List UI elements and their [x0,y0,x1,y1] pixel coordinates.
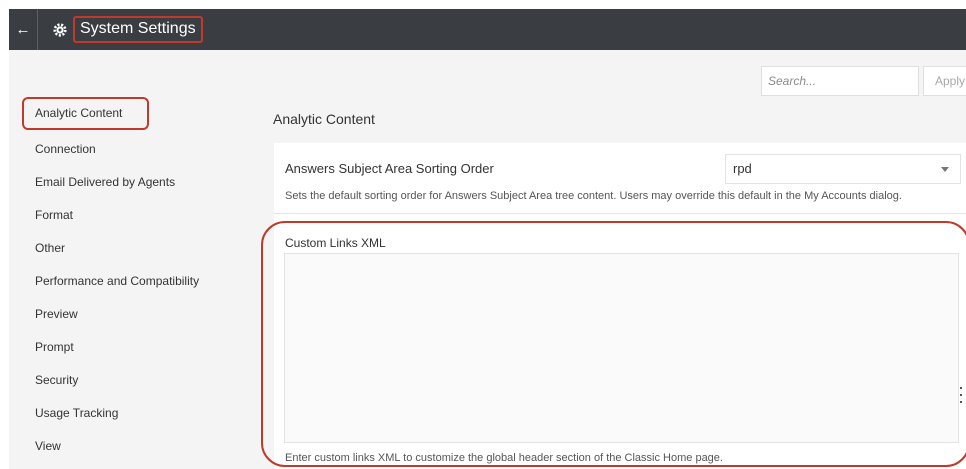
sidebar-item-usage-tracking[interactable]: Usage Tracking [35,406,118,420]
search-input[interactable] [761,66,919,96]
sidebar-item-other[interactable]: Other [35,241,65,255]
header-divider [37,9,38,50]
sidebar-item-preview[interactable]: Preview [35,307,78,321]
apply-button[interactable]: Apply [923,66,966,96]
sidebar-item-analytic-content[interactable]: Analytic Content [22,97,149,130]
chevron-down-icon [941,167,949,172]
sidebar-item-security[interactable]: Security [35,373,78,387]
sidebar-item-connection[interactable]: Connection [35,142,96,156]
panel-divider [274,213,966,214]
sidebar-item-performance-and-compatibility[interactable]: Performance and Compatibility [35,274,199,288]
sorting-order-description: Sets the default sorting order for Answe… [285,190,902,202]
sidebar-item-view[interactable]: View [35,439,61,453]
sidebar-item-format[interactable]: Format [35,208,73,222]
scroll-indicator[interactable] [960,387,962,403]
sorting-order-label: Answers Subject Area Sorting Order [285,161,494,176]
gear-icon [53,22,67,37]
custom-links-description: Enter custom links XML to customize the … [285,452,723,464]
custom-links-label: Custom Links XML [285,236,386,250]
page-title: System Settings [73,16,203,43]
sidebar-item-prompt[interactable]: Prompt [35,340,74,354]
sorting-order-select[interactable]: rpd [725,154,961,184]
back-button[interactable]: ← [9,9,37,50]
section-title: Analytic Content [273,111,375,127]
header-bar: ← System Settings [9,9,966,50]
back-arrow-icon: ← [15,21,31,38]
sorting-order-value: rpd [733,161,752,176]
sidebar-item-email-delivered-by-agents[interactable]: Email Delivered by Agents [35,175,175,189]
custom-links-xml-textarea[interactable] [284,253,959,443]
